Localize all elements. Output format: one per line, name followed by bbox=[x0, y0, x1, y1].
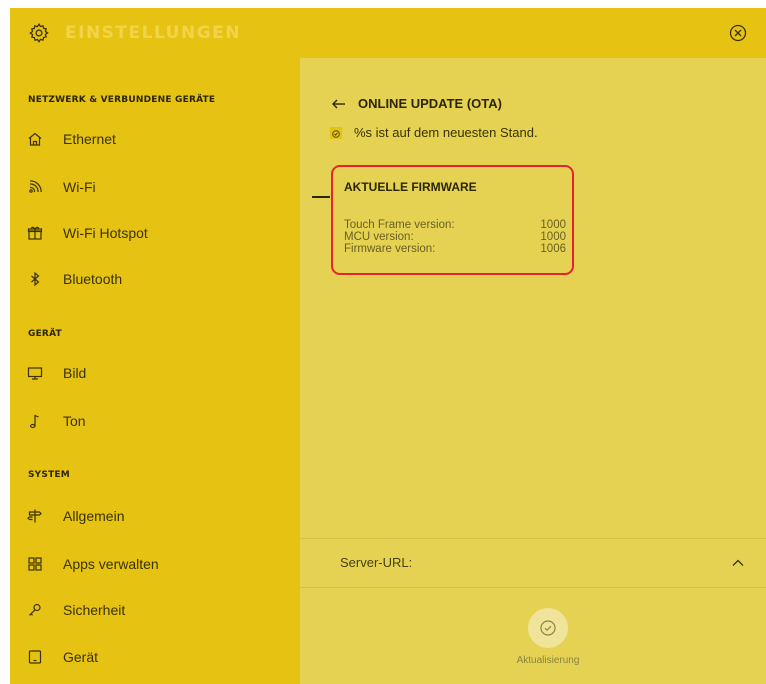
main-panel: ONLINE UPDATE (OTA) %s ist auf dem neues… bbox=[300, 58, 766, 684]
focus-indicator bbox=[312, 196, 330, 198]
section-title-device: GERÄT bbox=[28, 329, 62, 339]
sidebar-item-label: Sicherheit bbox=[63, 602, 126, 618]
chevron-up-icon bbox=[732, 559, 744, 566]
sidebar-item-label: Bluetooth bbox=[63, 271, 123, 287]
update-button[interactable] bbox=[528, 608, 568, 648]
check-circle-icon bbox=[540, 620, 556, 636]
sidebar-item-allgemein[interactable]: Allgemein bbox=[10, 501, 300, 531]
apps-grid-icon bbox=[28, 557, 42, 571]
status-text: %s ist auf dem neuesten Stand. bbox=[354, 125, 538, 140]
close-circle-icon[interactable] bbox=[728, 23, 748, 43]
sidebar-item-sicherheit[interactable]: Sicherheit bbox=[10, 595, 300, 625]
update-button-label: Aktualisierung bbox=[516, 655, 580, 666]
sidebar-item-label: Allgemein bbox=[63, 508, 125, 524]
sidebar-item-label: Wi-Fi Hotspot bbox=[63, 225, 148, 241]
signpost-icon bbox=[27, 509, 42, 523]
sidebar-item-label: Ethernet bbox=[63, 131, 116, 147]
firmware-value: 1000 bbox=[540, 231, 566, 243]
bluetooth-icon bbox=[31, 271, 40, 287]
firmware-label: Touch Frame version: bbox=[344, 219, 455, 231]
home-icon bbox=[28, 132, 42, 146]
check-circle-icon bbox=[330, 127, 342, 139]
server-url-label: Server-URL: bbox=[340, 555, 413, 570]
section-title-network: NETZWERK & VERBUNDENE GERÄTE bbox=[28, 95, 216, 105]
sidebar-item-label: Wi-Fi bbox=[63, 179, 96, 195]
section-title-system: SYSTEM bbox=[28, 470, 70, 480]
sidebar-item-apps-verwalten[interactable]: Apps verwalten bbox=[10, 549, 300, 579]
settings-window: EINSTELLUNGEN NETZWERK & VERBUNDENE GERÄ… bbox=[10, 8, 766, 684]
firmware-heading: AKTUELLE FIRMWARE bbox=[344, 180, 477, 194]
sidebar-item-ethernet[interactable]: Ethernet bbox=[10, 124, 300, 154]
server-url-row[interactable]: Server-URL: bbox=[300, 539, 766, 587]
firmware-row: MCU version: 1000 bbox=[344, 231, 566, 243]
firmware-value: 1006 bbox=[540, 243, 566, 255]
wifi-icon bbox=[29, 180, 42, 193]
sidebar-item-label: Gerät bbox=[63, 649, 99, 665]
gift-icon bbox=[27, 226, 43, 240]
page-title: EINSTELLUNGEN bbox=[65, 23, 242, 43]
sidebar-item-wifi-hotspot[interactable]: Wi-Fi Hotspot bbox=[10, 218, 300, 248]
firmware-info-box: AKTUELLE FIRMWARE Touch Frame version: 1… bbox=[331, 165, 574, 275]
sidebar-item-geraet[interactable]: Gerät bbox=[10, 642, 300, 672]
firmware-row: Firmware version: 1006 bbox=[344, 243, 566, 255]
firmware-row: Touch Frame version: 1000 bbox=[344, 219, 566, 231]
device-icon bbox=[28, 650, 42, 664]
sidebar-item-bluetooth[interactable]: Bluetooth bbox=[10, 264, 300, 294]
firmware-value: 1000 bbox=[540, 219, 566, 231]
sidebar-item-ton[interactable]: Ton bbox=[10, 406, 300, 436]
header-bar: EINSTELLUNGEN bbox=[10, 8, 766, 58]
firmware-label: MCU version: bbox=[344, 231, 414, 243]
sidebar-item-bild[interactable]: Bild bbox=[10, 358, 300, 388]
key-icon bbox=[29, 603, 41, 616]
divider bbox=[300, 587, 766, 588]
music-note-icon bbox=[30, 414, 39, 429]
sidebar-item-label: Bild bbox=[63, 365, 87, 381]
firmware-label: Firmware version: bbox=[344, 243, 436, 255]
section-heading: ONLINE UPDATE (OTA) bbox=[358, 96, 502, 111]
sidebar: NETZWERK & VERBUNDENE GERÄTE Ethernet Wi… bbox=[10, 58, 300, 684]
sidebar-item-wifi[interactable]: Wi-Fi bbox=[10, 172, 300, 202]
sidebar-item-label: Apps verwalten bbox=[63, 556, 159, 572]
arrow-left-icon bbox=[332, 99, 345, 109]
sidebar-item-label: Ton bbox=[63, 413, 86, 429]
gear-icon bbox=[29, 23, 49, 43]
monitor-icon bbox=[27, 367, 43, 380]
